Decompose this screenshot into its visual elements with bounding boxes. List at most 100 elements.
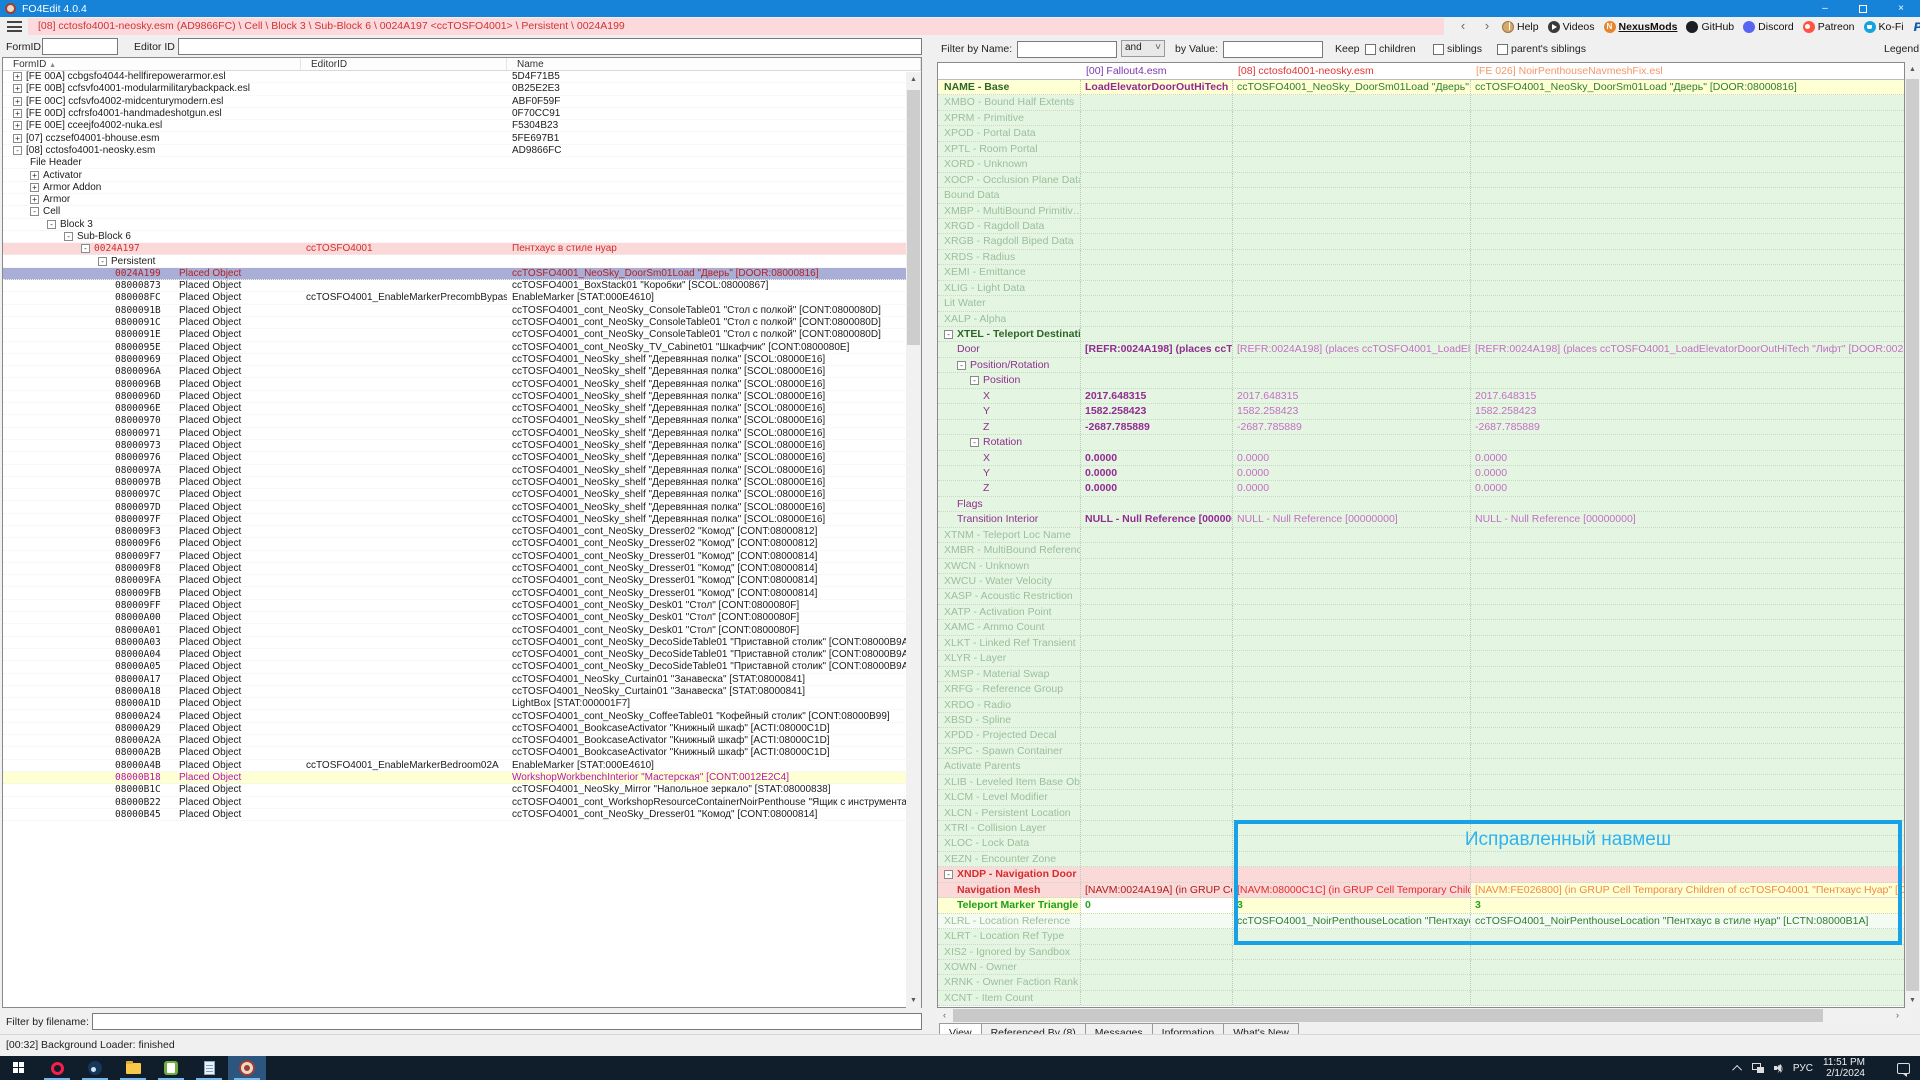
tree-row[interactable]: 080009F6Placed ObjectccTOSFO4001_cont_Ne… <box>3 538 921 550</box>
inspector-row[interactable]: XRGD - Ragdoll Data <box>938 219 1904 234</box>
keep-siblings-checkbox[interactable]: siblings <box>1433 43 1482 55</box>
inspector-row[interactable]: XEMI - Emittance <box>938 265 1904 280</box>
inspector-column-fallout4[interactable]: [00] Fallout4.esm <box>1081 63 1233 79</box>
tree-row[interactable]: 080009F3Placed ObjectccTOSFO4001_cont_Ne… <box>3 526 921 538</box>
tree-row[interactable]: +[FE 00B] ccfsvfo4001-modularmilitarybac… <box>3 83 921 95</box>
tree-row[interactable]: 08000A29Placed ObjectccTOSFO4001_Bookcas… <box>3 723 921 735</box>
expand-icon[interactable]: + <box>30 171 39 180</box>
tree-row[interactable]: +Armor <box>3 194 921 206</box>
tree-column-formid[interactable]: FormID ▲ <box>3 58 301 70</box>
inspector-hscrollbar[interactable]: ‹ › <box>937 1008 1905 1023</box>
inspector-row[interactable]: XCNT - Item Count <box>938 991 1904 1006</box>
keep-children-checkbox[interactable]: children <box>1365 43 1416 55</box>
tree-column-editorid[interactable]: EditorID <box>301 58 507 70</box>
inspector-row[interactable]: XLYR - Layer <box>938 651 1904 666</box>
inspector-row[interactable]: Lit Water <box>938 296 1904 311</box>
inspector-row[interactable]: XMSP - Material Swap <box>938 667 1904 682</box>
tree-row[interactable]: -Cell <box>3 206 921 218</box>
menu-icon[interactable] <box>7 21 22 32</box>
filter-name-input[interactable] <box>1017 41 1117 58</box>
tree-row[interactable]: 0800091EPlaced ObjectccTOSFO4001_cont_Ne… <box>3 329 921 341</box>
keyboard-language[interactable]: РУС <box>1793 1063 1813 1074</box>
inspector-row[interactable]: -Position <box>938 373 1904 388</box>
collapse-icon[interactable]: - <box>64 232 73 241</box>
tree-row[interactable]: +Activator <box>3 169 921 181</box>
inspector-row[interactable]: XRFG - Reference Group <box>938 682 1904 697</box>
tree-row[interactable]: 08000A00Placed ObjectccTOSFO4001_cont_Ne… <box>3 612 921 624</box>
inspector-row[interactable]: -Position/Rotation <box>938 358 1904 373</box>
tree-row[interactable]: 0800091CPlaced ObjectccTOSFO4001_cont_Ne… <box>3 317 921 329</box>
tree-row[interactable]: File Header <box>3 157 921 169</box>
filter-operator-select[interactable]: and <box>1121 40 1165 57</box>
tree-row[interactable]: 08000A24Placed ObjectccTOSFO4001_cont_Ne… <box>3 710 921 722</box>
expand-icon[interactable]: + <box>13 84 22 93</box>
inspector-row[interactable]: X2017.6483152017.6483152017.648315 <box>938 389 1904 404</box>
inspector-row[interactable]: XALP - Alpha <box>938 312 1904 327</box>
opera-gx-taskbar-button[interactable] <box>38 1056 76 1080</box>
tree-row[interactable]: 08000A17Placed ObjectccTOSFO4001_NeoSky_… <box>3 674 921 686</box>
inspector-row[interactable]: XATP - Activation Point <box>938 605 1904 620</box>
tree-row[interactable]: 08000B1CPlaced ObjectccTOSFO4001_NeoSky_… <box>3 784 921 796</box>
tree-row[interactable]: +[FE 00C] ccfsvfo4002-midcenturymodern.e… <box>3 96 921 108</box>
inspector-row[interactable]: XMBR - MultiBound Reference <box>938 543 1904 558</box>
tree-row[interactable]: 08000971Placed ObjectccTOSFO4001_NeoSky_… <box>3 428 921 440</box>
tree-row[interactable]: 0800091BPlaced ObjectccTOSFO4001_cont_Ne… <box>3 305 921 317</box>
forward-arrow-button[interactable]: › <box>1476 18 1498 35</box>
tree-row[interactable]: 08000A4BPlaced ObjectccTOSFO4001_EnableM… <box>3 760 921 772</box>
tree-row[interactable]: 08000969Placed ObjectccTOSFO4001_NeoSky_… <box>3 354 921 366</box>
tree-row[interactable]: 08000A05Placed ObjectccTOSFO4001_cont_Ne… <box>3 661 921 673</box>
inspector-row[interactable]: XPOD - Portal Data <box>938 126 1904 141</box>
tree-row[interactable]: 08000976Placed ObjectccTOSFO4001_NeoSky_… <box>3 452 921 464</box>
back-arrow-button[interactable]: ‹ <box>1452 18 1474 35</box>
discord-link[interactable]: Discord <box>1743 21 1794 33</box>
inspector-row[interactable]: -XTEL - Teleport Destination <box>938 327 1904 342</box>
inspector-row[interactable]: XWCN - Unknown <box>938 559 1904 574</box>
github-link[interactable]: GitHub <box>1686 21 1734 33</box>
inspector-row[interactable]: XLKT - Linked Ref Transient <box>938 636 1904 651</box>
inspector-row[interactable]: XAMC - Ammo Count <box>938 620 1904 635</box>
tree-row[interactable]: 0800095EPlaced ObjectccTOSFO4001_cont_Ne… <box>3 342 921 354</box>
keep-parents-siblings-checkbox[interactable]: parent's siblings <box>1497 43 1586 55</box>
tree-row[interactable]: 08000B45Placed ObjectccTOSFO4001_cont_Ne… <box>3 809 921 821</box>
tree-row[interactable]: 08000A04Placed ObjectccTOSFO4001_cont_Ne… <box>3 649 921 661</box>
tree-row[interactable]: +[FE 00E] cceejfo4002-nuka.eslF5304B23 <box>3 120 921 132</box>
tree-row[interactable]: 0800097BPlaced ObjectccTOSFO4001_NeoSky_… <box>3 477 921 489</box>
inspector-row[interactable]: Activate Parents <box>938 759 1904 774</box>
inspector-column-neosky[interactable]: [08] cctosfo4001-neosky.esm <box>1233 63 1471 79</box>
inspector-row[interactable]: Bound Data <box>938 188 1904 203</box>
inspector-row[interactable]: XOWN - Owner <box>938 960 1904 975</box>
inspector-column-navmeshfix[interactable]: [FE 026] NoirPenthouseNavmeshFix.esl <box>1471 63 1904 79</box>
tree-row[interactable]: 08000A2APlaced ObjectccTOSFO4001_Bookcas… <box>3 735 921 747</box>
inspector-row[interactable]: XLCM - Level Modifier <box>938 790 1904 805</box>
paypal-link[interactable]: PayPal <box>1913 21 1920 33</box>
inspector-row[interactable]: XPDD - Projected Decal <box>938 728 1904 743</box>
tree-row[interactable]: -[08] cctosfo4001-neosky.esmAD9866FC <box>3 145 921 157</box>
inspector-row[interactable]: Z-2687.785889-2687.785889-2687.785889 <box>938 420 1904 435</box>
tree-row[interactable]: -0024A197ccTOSFO4001Пентхаус в стиле нуа… <box>3 243 921 255</box>
inspector-hscrollbar-thumb[interactable] <box>953 1009 1823 1022</box>
collapse-icon[interactable]: - <box>970 438 979 447</box>
tree-row[interactable]: 08000B22Placed ObjectccTOSFO4001_cont_Wo… <box>3 797 921 809</box>
expand-icon[interactable]: + <box>13 72 22 81</box>
notepad-taskbar-button[interactable] <box>190 1056 228 1080</box>
fo4edit-taskbar-button[interactable] <box>228 1056 266 1080</box>
tree-row[interactable]: 08000B18Placed ObjectWorkshopWorkbenchIn… <box>3 772 921 784</box>
inspector-row[interactable]: XOCP - Occlusion Plane Data <box>938 173 1904 188</box>
minimize-button[interactable]: – <box>1806 0 1844 17</box>
tree-row[interactable]: 08000A03Placed ObjectccTOSFO4001_cont_Ne… <box>3 637 921 649</box>
tree-row[interactable]: 0800097CPlaced ObjectccTOSFO4001_NeoSky_… <box>3 489 921 501</box>
tree-row[interactable]: 080008FCPlaced ObjectccTOSFO4001_EnableM… <box>3 292 921 304</box>
formid-input[interactable] <box>42 38 118 55</box>
tree-scrollbar[interactable]: ▲ ▼ <box>906 72 921 1008</box>
kofi-link[interactable]: Ko-Fi <box>1864 21 1904 33</box>
inspector-row[interactable]: XSPC - Spawn Container <box>938 744 1904 759</box>
inspector-row[interactable]: XRDS - Radius <box>938 250 1904 265</box>
inspector-scrollbar-thumb[interactable] <box>1906 79 1919 991</box>
inspector-row[interactable]: XPTL - Room Portal <box>938 142 1904 157</box>
tree-row[interactable]: 0800096APlaced ObjectccTOSFO4001_NeoSky_… <box>3 366 921 378</box>
inspector-row[interactable]: Z0.00000.00000.0000 <box>938 481 1904 496</box>
tree-row[interactable]: 08000A01Placed ObjectccTOSFO4001_cont_Ne… <box>3 624 921 636</box>
checkbox-icon[interactable] <box>1433 44 1444 55</box>
collapse-icon[interactable]: - <box>957 361 966 370</box>
tree-row[interactable]: 0024A199Placed ObjectccTOSFO4001_NeoSky_… <box>3 268 921 280</box>
